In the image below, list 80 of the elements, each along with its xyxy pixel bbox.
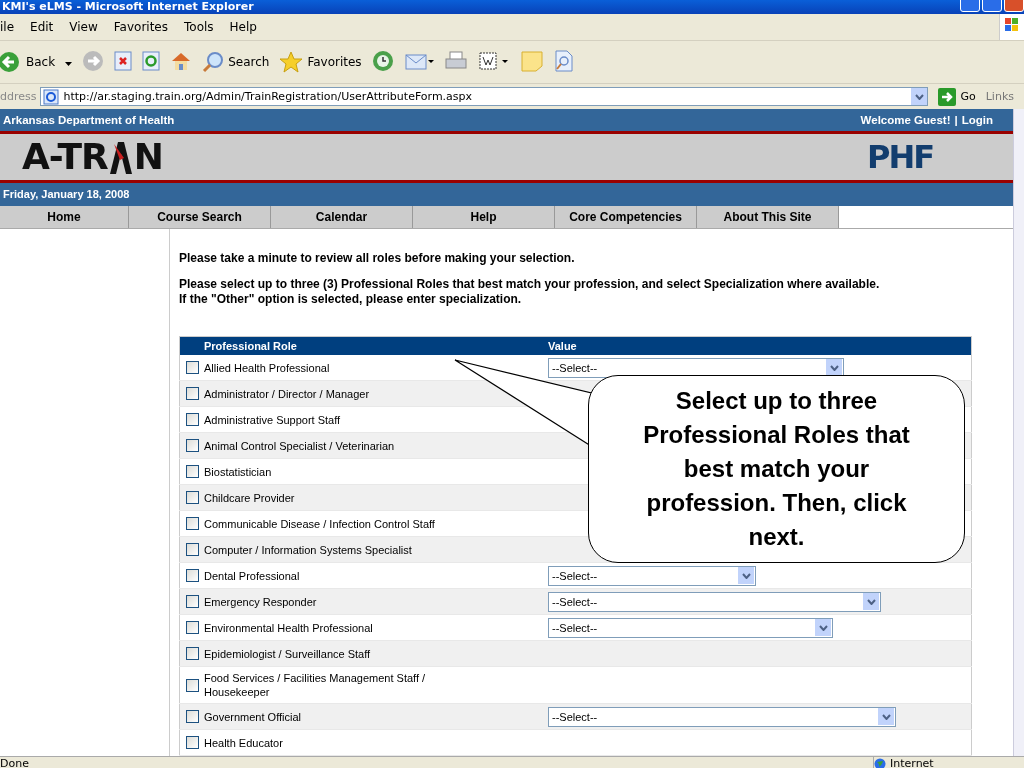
address-label: ddress bbox=[0, 90, 37, 103]
column-header: Professional Role bbox=[204, 336, 548, 355]
research-icon[interactable] bbox=[553, 49, 574, 75]
checkbox[interactable] bbox=[185, 569, 199, 583]
search-button[interactable]: Search bbox=[202, 51, 270, 73]
select-dropdown[interactable]: --Select-- bbox=[548, 357, 844, 378]
welcome-text: Welcome Guest! bbox=[860, 113, 951, 126]
globe-icon bbox=[874, 757, 886, 768]
logo-text: N bbox=[133, 136, 163, 177]
checkbox[interactable] bbox=[185, 491, 199, 505]
role-label: Food Services / Facilities Management Staff / Housekeeper bbox=[204, 671, 427, 699]
logo-text: A-TR bbox=[22, 136, 108, 177]
role-label: Emergency Responder bbox=[204, 594, 318, 609]
checkbox[interactable] bbox=[185, 387, 199, 401]
date-text: Friday, January 18, 2008 bbox=[3, 188, 130, 201]
stop-icon[interactable] bbox=[114, 50, 133, 74]
role-label: Epidemiologist / Surveillance Staff bbox=[204, 646, 372, 661]
nav-tab[interactable]: Home bbox=[0, 206, 129, 228]
checkbox[interactable] bbox=[185, 736, 199, 750]
role-label: Childcare Provider bbox=[204, 490, 296, 505]
organization-name: Arkansas Department of Health bbox=[3, 113, 175, 126]
separator: | bbox=[954, 113, 958, 126]
select-dropdown[interactable]: --Select-- bbox=[548, 706, 896, 727]
window-title: KMI's eLMS - Microsoft Internet Explorer bbox=[1, 0, 254, 13]
role-label: Dental Professional bbox=[204, 568, 301, 583]
column-header: Value bbox=[548, 336, 972, 355]
checkbox[interactable] bbox=[185, 439, 199, 453]
checkbox[interactable] bbox=[185, 678, 199, 692]
checkbox[interactable] bbox=[185, 595, 199, 609]
favorites-button[interactable]: Favorites bbox=[279, 51, 362, 73]
role-label: Allied Health Professional bbox=[204, 360, 331, 375]
select-dropdown[interactable]: --Select-- bbox=[548, 591, 881, 612]
callout-text: Select up to three Professional Roles that best match your profession. Then, click next. bbox=[642, 386, 911, 552]
select-dropdown[interactable]: --Select-- bbox=[548, 617, 833, 638]
instruction-text: If the "Other" option is selected, please enter specialization. bbox=[179, 292, 523, 306]
zone-text: Internet bbox=[890, 757, 934, 768]
checkbox[interactable] bbox=[185, 543, 199, 557]
intro-text: Please take a minute to review all roles before making your selection. bbox=[179, 251, 576, 265]
partner-logo: PHF bbox=[866, 137, 933, 176]
checkbox[interactable] bbox=[185, 361, 199, 375]
role-label: Government Official bbox=[204, 709, 302, 724]
login-link[interactable]: Login bbox=[961, 113, 993, 126]
role-label: Communicable Disease / Infection Control Staff bbox=[204, 516, 436, 531]
nav-tab[interactable]: Calendar bbox=[271, 206, 413, 228]
menu-item[interactable]: View bbox=[69, 20, 98, 34]
role-label: Computer / Information Systems Specialist bbox=[204, 542, 413, 557]
checkbox[interactable] bbox=[185, 413, 199, 427]
menu-item[interactable]: Tools bbox=[184, 20, 214, 34]
back-button[interactable]: Back bbox=[0, 51, 56, 73]
nav-tab[interactable]: Help bbox=[413, 206, 555, 228]
role-label: Environmental Health Professional bbox=[204, 620, 374, 635]
search-icon bbox=[202, 51, 225, 73]
figure-icon bbox=[107, 139, 134, 174]
checkbox[interactable] bbox=[185, 710, 199, 724]
menu-item[interactable]: Favorites bbox=[113, 20, 168, 34]
menu-item[interactable]: ile bbox=[0, 20, 15, 34]
nav-tab[interactable]: About This Site bbox=[697, 206, 839, 228]
star-icon bbox=[279, 51, 304, 73]
checkbox[interactable] bbox=[185, 465, 199, 479]
role-label: Animal Control Specialist / Veterinarian bbox=[204, 438, 396, 453]
role-label: Administrative Support Staff bbox=[204, 412, 342, 427]
role-label: Biostatistician bbox=[204, 464, 273, 479]
menu-item[interactable]: Edit bbox=[30, 20, 54, 34]
role-label: Administrator / Director / Manager bbox=[204, 386, 371, 401]
nav-tab[interactable]: Course Search bbox=[129, 206, 271, 228]
status-text: Done bbox=[0, 757, 29, 768]
nav-tab[interactable]: Core Competencies bbox=[555, 206, 697, 228]
page-icon bbox=[43, 88, 60, 105]
address-field[interactable]: http://ar.staging.train.org/Admin/TrainRegistration/UserAttributeForm.aspx bbox=[40, 87, 929, 106]
links-button[interactable]: Links bbox=[985, 90, 1020, 103]
select-dropdown[interactable]: --Select-- bbox=[548, 565, 756, 586]
go-button[interactable]: Go bbox=[932, 87, 982, 106]
role-label: Health Educator bbox=[204, 735, 284, 750]
back-arrow-icon bbox=[0, 51, 22, 73]
checkbox[interactable] bbox=[185, 517, 199, 531]
checkbox[interactable] bbox=[185, 621, 199, 635]
refresh-icon[interactable] bbox=[142, 50, 161, 74]
checkbox[interactable] bbox=[185, 647, 199, 661]
instruction-text: Please select up to three (3) Professional Roles that best match your profession, and select Specialization where available. bbox=[179, 277, 881, 291]
menu-item[interactable]: Help bbox=[229, 20, 257, 34]
